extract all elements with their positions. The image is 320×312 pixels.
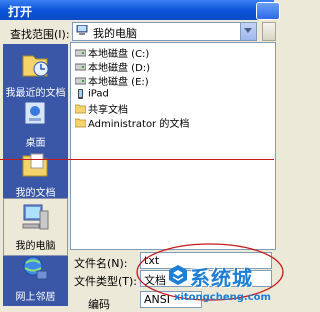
place-label: 我的文档 [15, 188, 56, 199]
desktop-icon [19, 100, 51, 130]
lookin-dropdown-button[interactable] [240, 23, 256, 40]
place-my-documents[interactable]: 我的文档 [3, 146, 68, 202]
place-desktop[interactable]: 桌面 [3, 96, 68, 152]
help-button[interactable] [256, 2, 280, 20]
local-disk-icon [74, 76, 87, 86]
file-list[interactable]: 本地磁盘 (C:) 本地磁盘 (D:) 本地磁盘 (E:) iPad 共享文档 … [70, 42, 276, 250]
folder-icon [74, 104, 87, 114]
folder-icon [74, 118, 87, 128]
list-item[interactable]: 本地磁盘 (C:) [74, 45, 149, 60]
back-button[interactable] [262, 22, 276, 41]
local-disk-icon [74, 48, 87, 58]
file-name: Administrator 的文档 [88, 119, 190, 130]
my-computer-icon [76, 24, 88, 36]
file-name: iPad [88, 88, 109, 100]
place-network[interactable]: 网上邻居 [3, 250, 68, 306]
list-item[interactable]: Administrator 的文档 [74, 115, 190, 130]
place-my-computer[interactable]: 我的电脑 [3, 198, 68, 256]
places-bar: 我最近的文档 桌面 我的文档 我的电脑 网上邻居 [3, 44, 68, 306]
filename-label: 文件名(N): [74, 257, 128, 270]
local-disk-icon [74, 62, 87, 72]
list-item[interactable]: iPad [75, 87, 109, 101]
my-computer-icon [20, 203, 52, 233]
place-recent-documents[interactable]: 我最近的文档 [3, 46, 68, 102]
watermark: 系统城 xitongcheng.com [168, 262, 274, 308]
recent-documents-icon [19, 50, 51, 80]
title-bar: 打开 [0, 0, 280, 20]
filetype-label: 文件类型(T): [74, 275, 138, 288]
device-icon [75, 89, 86, 99]
list-item[interactable]: 本地磁盘 (E:) [74, 73, 149, 88]
watermark-logo-icon [168, 264, 188, 286]
annotation-line [0, 159, 274, 160]
lookin-label: 查找范围(I): [10, 28, 70, 41]
lookin-value: 我的电脑 [93, 27, 137, 40]
my-documents-icon [19, 150, 51, 180]
list-item[interactable]: 共享文档 [74, 101, 128, 116]
lookin-combo[interactable]: 我的电脑 [72, 22, 257, 41]
list-item[interactable]: 本地磁盘 (D:) [74, 59, 150, 74]
place-label: 网上邻居 [15, 292, 56, 303]
watermark-url: xitongcheng.com [174, 292, 271, 303]
watermark-name: 系统城 [190, 266, 253, 290]
window-title: 打开 [8, 5, 33, 19]
encoding-label: 编码 [88, 298, 110, 311]
network-places-icon [19, 254, 51, 284]
chevron-down-icon [244, 28, 252, 33]
